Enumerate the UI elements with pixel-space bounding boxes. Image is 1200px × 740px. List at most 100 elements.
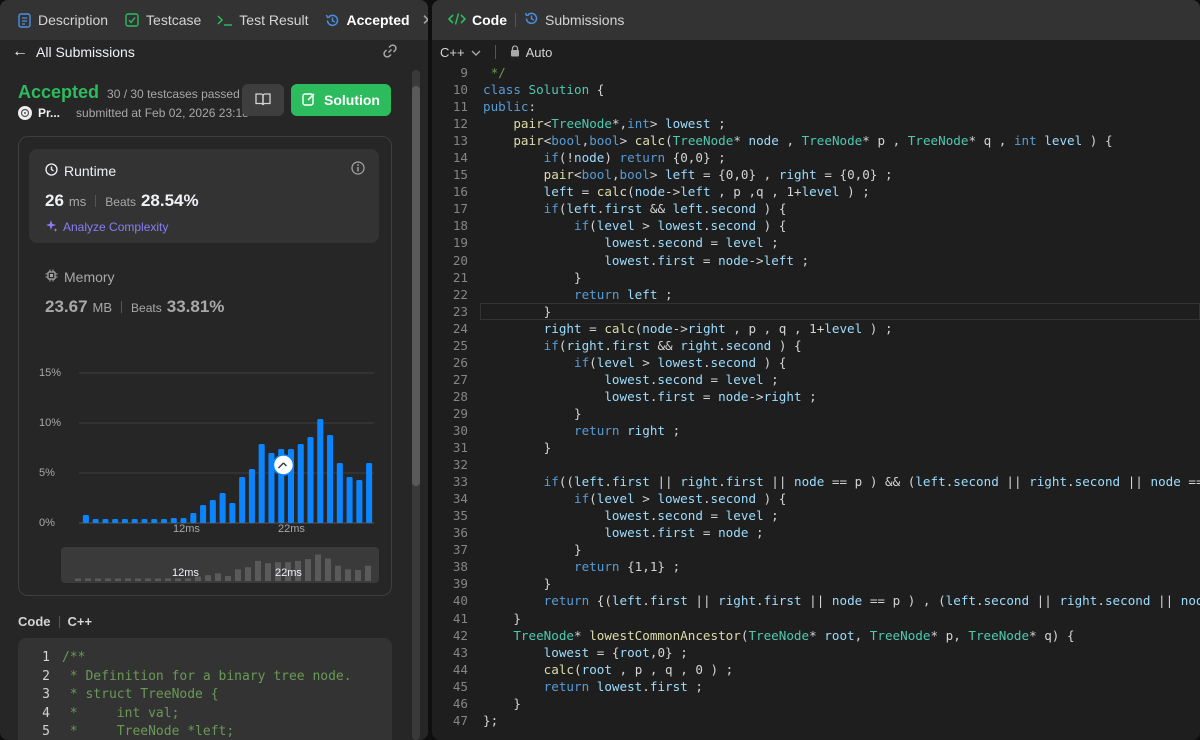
close-tab-icon[interactable]: ✕ [422, 11, 428, 29]
editor-line[interactable]: 20 lowest.first = node->left ; [432, 252, 1200, 269]
chart-bar[interactable] [366, 463, 373, 523]
editor-line[interactable]: 24 right = calc(node->right , p , q , 1+… [432, 320, 1200, 337]
chart-bar[interactable] [229, 503, 236, 523]
auto-mode[interactable]: Auto [510, 45, 552, 60]
your-submission-marker-icon[interactable] [272, 454, 295, 476]
chart-bar[interactable] [356, 480, 363, 523]
tab-test-result[interactable]: Test Result [209, 0, 316, 40]
scrollbar[interactable] [412, 70, 420, 740]
memory-value: 23.67 [45, 297, 88, 316]
editor-line[interactable]: 26 if(level > lowest.second ) { [432, 354, 1200, 371]
chart-bar[interactable] [190, 513, 197, 523]
line-text: return {(left.first || right.first || no… [543, 593, 1200, 609]
editor-line[interactable]: 41 } [432, 610, 1200, 627]
line-number: 46 [452, 695, 468, 711]
chart-bar[interactable] [92, 519, 99, 523]
analyze-complexity-label: Analyze Complexity [63, 220, 169, 234]
editor-line[interactable]: 15 pair<bool,bool> left = {0,0} , right … [432, 166, 1200, 183]
language-select[interactable]: C++ [440, 45, 481, 60]
editor-line[interactable]: 36 lowest.first = node ; [432, 524, 1200, 541]
chart-bar[interactable] [209, 500, 216, 523]
editor-line[interactable]: 32 [432, 456, 1200, 473]
editor-line[interactable]: 44 calc(root , p , q , 0 ) ; [432, 661, 1200, 678]
editor-line[interactable]: 29 } [432, 405, 1200, 422]
editor-line[interactable]: 47}; [432, 712, 1200, 729]
chart-bar[interactable] [258, 444, 265, 523]
editor-line[interactable]: 13 pair<bool,bool> calc(TreeNode* node ,… [432, 132, 1200, 149]
editor-line[interactable]: 22 return left ; [432, 286, 1200, 303]
line-text: if(left.first && left.second ) { [543, 201, 787, 217]
chart-bar[interactable] [307, 437, 314, 523]
editor-line[interactable]: 10 class Solution { [432, 81, 1200, 98]
editor-line[interactable]: 9 */ [432, 64, 1200, 81]
editor-line[interactable]: 27 lowest.second = level ; [432, 371, 1200, 388]
editor-line[interactable]: 37 } [432, 541, 1200, 558]
chart-bar[interactable] [297, 444, 304, 523]
editor-line[interactable]: 45 return lowest.first ; [432, 678, 1200, 695]
editor-line[interactable]: 40 return {(left.first || right.first ||… [432, 592, 1200, 609]
info-icon[interactable] [351, 161, 365, 178]
chart-bar[interactable] [131, 519, 138, 523]
editor-line[interactable]: 11 public: [432, 98, 1200, 115]
editor-line[interactable]: 18 if(level > lowest.second ) { [432, 217, 1200, 234]
scrollbar-thumb[interactable] [412, 86, 420, 486]
editor-line[interactable]: 17 if(left.first && left.second ) { [432, 200, 1200, 217]
line-number: 17 [452, 201, 468, 217]
chart-bar[interactable] [219, 493, 226, 523]
chart-bar[interactable] [248, 469, 255, 523]
editor-line[interactable]: 46 } [432, 695, 1200, 712]
editor-line[interactable]: 21 } [432, 269, 1200, 286]
chart-bar[interactable] [102, 519, 109, 523]
chart-bar[interactable] [200, 505, 207, 523]
editor-line[interactable]: 33 if((left.first || right.first || node… [432, 473, 1200, 490]
current-editor-line[interactable]: 23 } [432, 302, 1200, 320]
editor-line[interactable]: 30 return right ; [432, 422, 1200, 439]
editor-line[interactable]: 19 lowest.second = level ; [432, 234, 1200, 251]
line-number: 31 [452, 440, 468, 456]
editorial-button[interactable] [242, 84, 284, 116]
range-selector[interactable]: 12ms 22ms [61, 547, 379, 583]
tab-description[interactable]: Description [8, 0, 116, 40]
chart-bar[interactable] [141, 519, 148, 523]
editor-line[interactable]: 43 lowest = {root,0} ; [432, 644, 1200, 661]
editor-line[interactable]: 31 } [432, 439, 1200, 456]
chart-bar[interactable] [317, 419, 324, 523]
editor-line[interactable]: 25 if(right.first && right.second ) { [432, 337, 1200, 354]
chart-bar[interactable] [151, 519, 158, 523]
editor-line[interactable]: 16 left = calc(node->left , p ,q , 1+lev… [432, 183, 1200, 200]
chart-bar[interactable] [112, 519, 119, 523]
chart-bar[interactable] [346, 477, 353, 523]
tab-code[interactable]: Code [440, 0, 515, 40]
editor-line[interactable]: 42 TreeNode* lowestCommonAncestor(TreeNo… [432, 627, 1200, 644]
memory-box[interactable]: Memory 23.67 MB Beats 33.81% [29, 255, 379, 335]
chart-bar[interactable] [239, 477, 246, 523]
back-to-submissions[interactable]: ← All Submissions [12, 43, 135, 61]
runtime-distribution-chart[interactable]: 15% 10% 5% 0% 12ms 22ms 12ms 22ms [19, 347, 393, 597]
editor-line[interactable]: 28 lowest.first = node->right ; [432, 388, 1200, 405]
editor-line[interactable]: 14 if(!node) return {0,0} ; [432, 149, 1200, 166]
tab-submissions[interactable]: Submissions [516, 0, 632, 40]
avatar[interactable] [18, 106, 32, 120]
chart-bar[interactable] [121, 519, 128, 523]
solution-button[interactable]: Solution [291, 84, 391, 116]
chart-bar[interactable] [336, 463, 343, 523]
tab-testcase[interactable]: Testcase [116, 0, 209, 40]
chart-bar[interactable] [82, 515, 89, 523]
editor-line[interactable]: 38 return {1,1} ; [432, 558, 1200, 575]
username[interactable]: Pr... [38, 106, 60, 120]
tab-accepted[interactable]: Accepted ✕ [317, 0, 428, 40]
chart-bar[interactable] [327, 435, 334, 523]
submitted-code[interactable]: 1 /** 2 * Definition for a binary tree nod… [18, 638, 392, 740]
description-icon [16, 12, 32, 28]
link-icon[interactable] [382, 43, 398, 62]
editor-line[interactable]: 12 pair<TreeNode*,int> lowest ; [432, 115, 1200, 132]
chart-bar[interactable] [160, 519, 168, 523]
editor-line[interactable]: 39 } [432, 575, 1200, 592]
code-line: 4 * int val; [18, 706, 392, 725]
editor-line[interactable]: 34 if(level > lowest.second ) { [432, 490, 1200, 507]
submission-detail[interactable]: Accepted 30 / 30 testcases passed Pr... … [0, 66, 428, 740]
code-editor[interactable]: 9 */10 class Solution {11 public: 12 pair<T… [432, 64, 1200, 740]
editor-line[interactable]: 35 lowest.second = level ; [432, 507, 1200, 524]
runtime-box[interactable]: Runtime 26 ms Beats 28.54% Analyze Compl… [29, 149, 379, 243]
analyze-complexity-link[interactable]: Analyze Complexity [45, 219, 168, 235]
